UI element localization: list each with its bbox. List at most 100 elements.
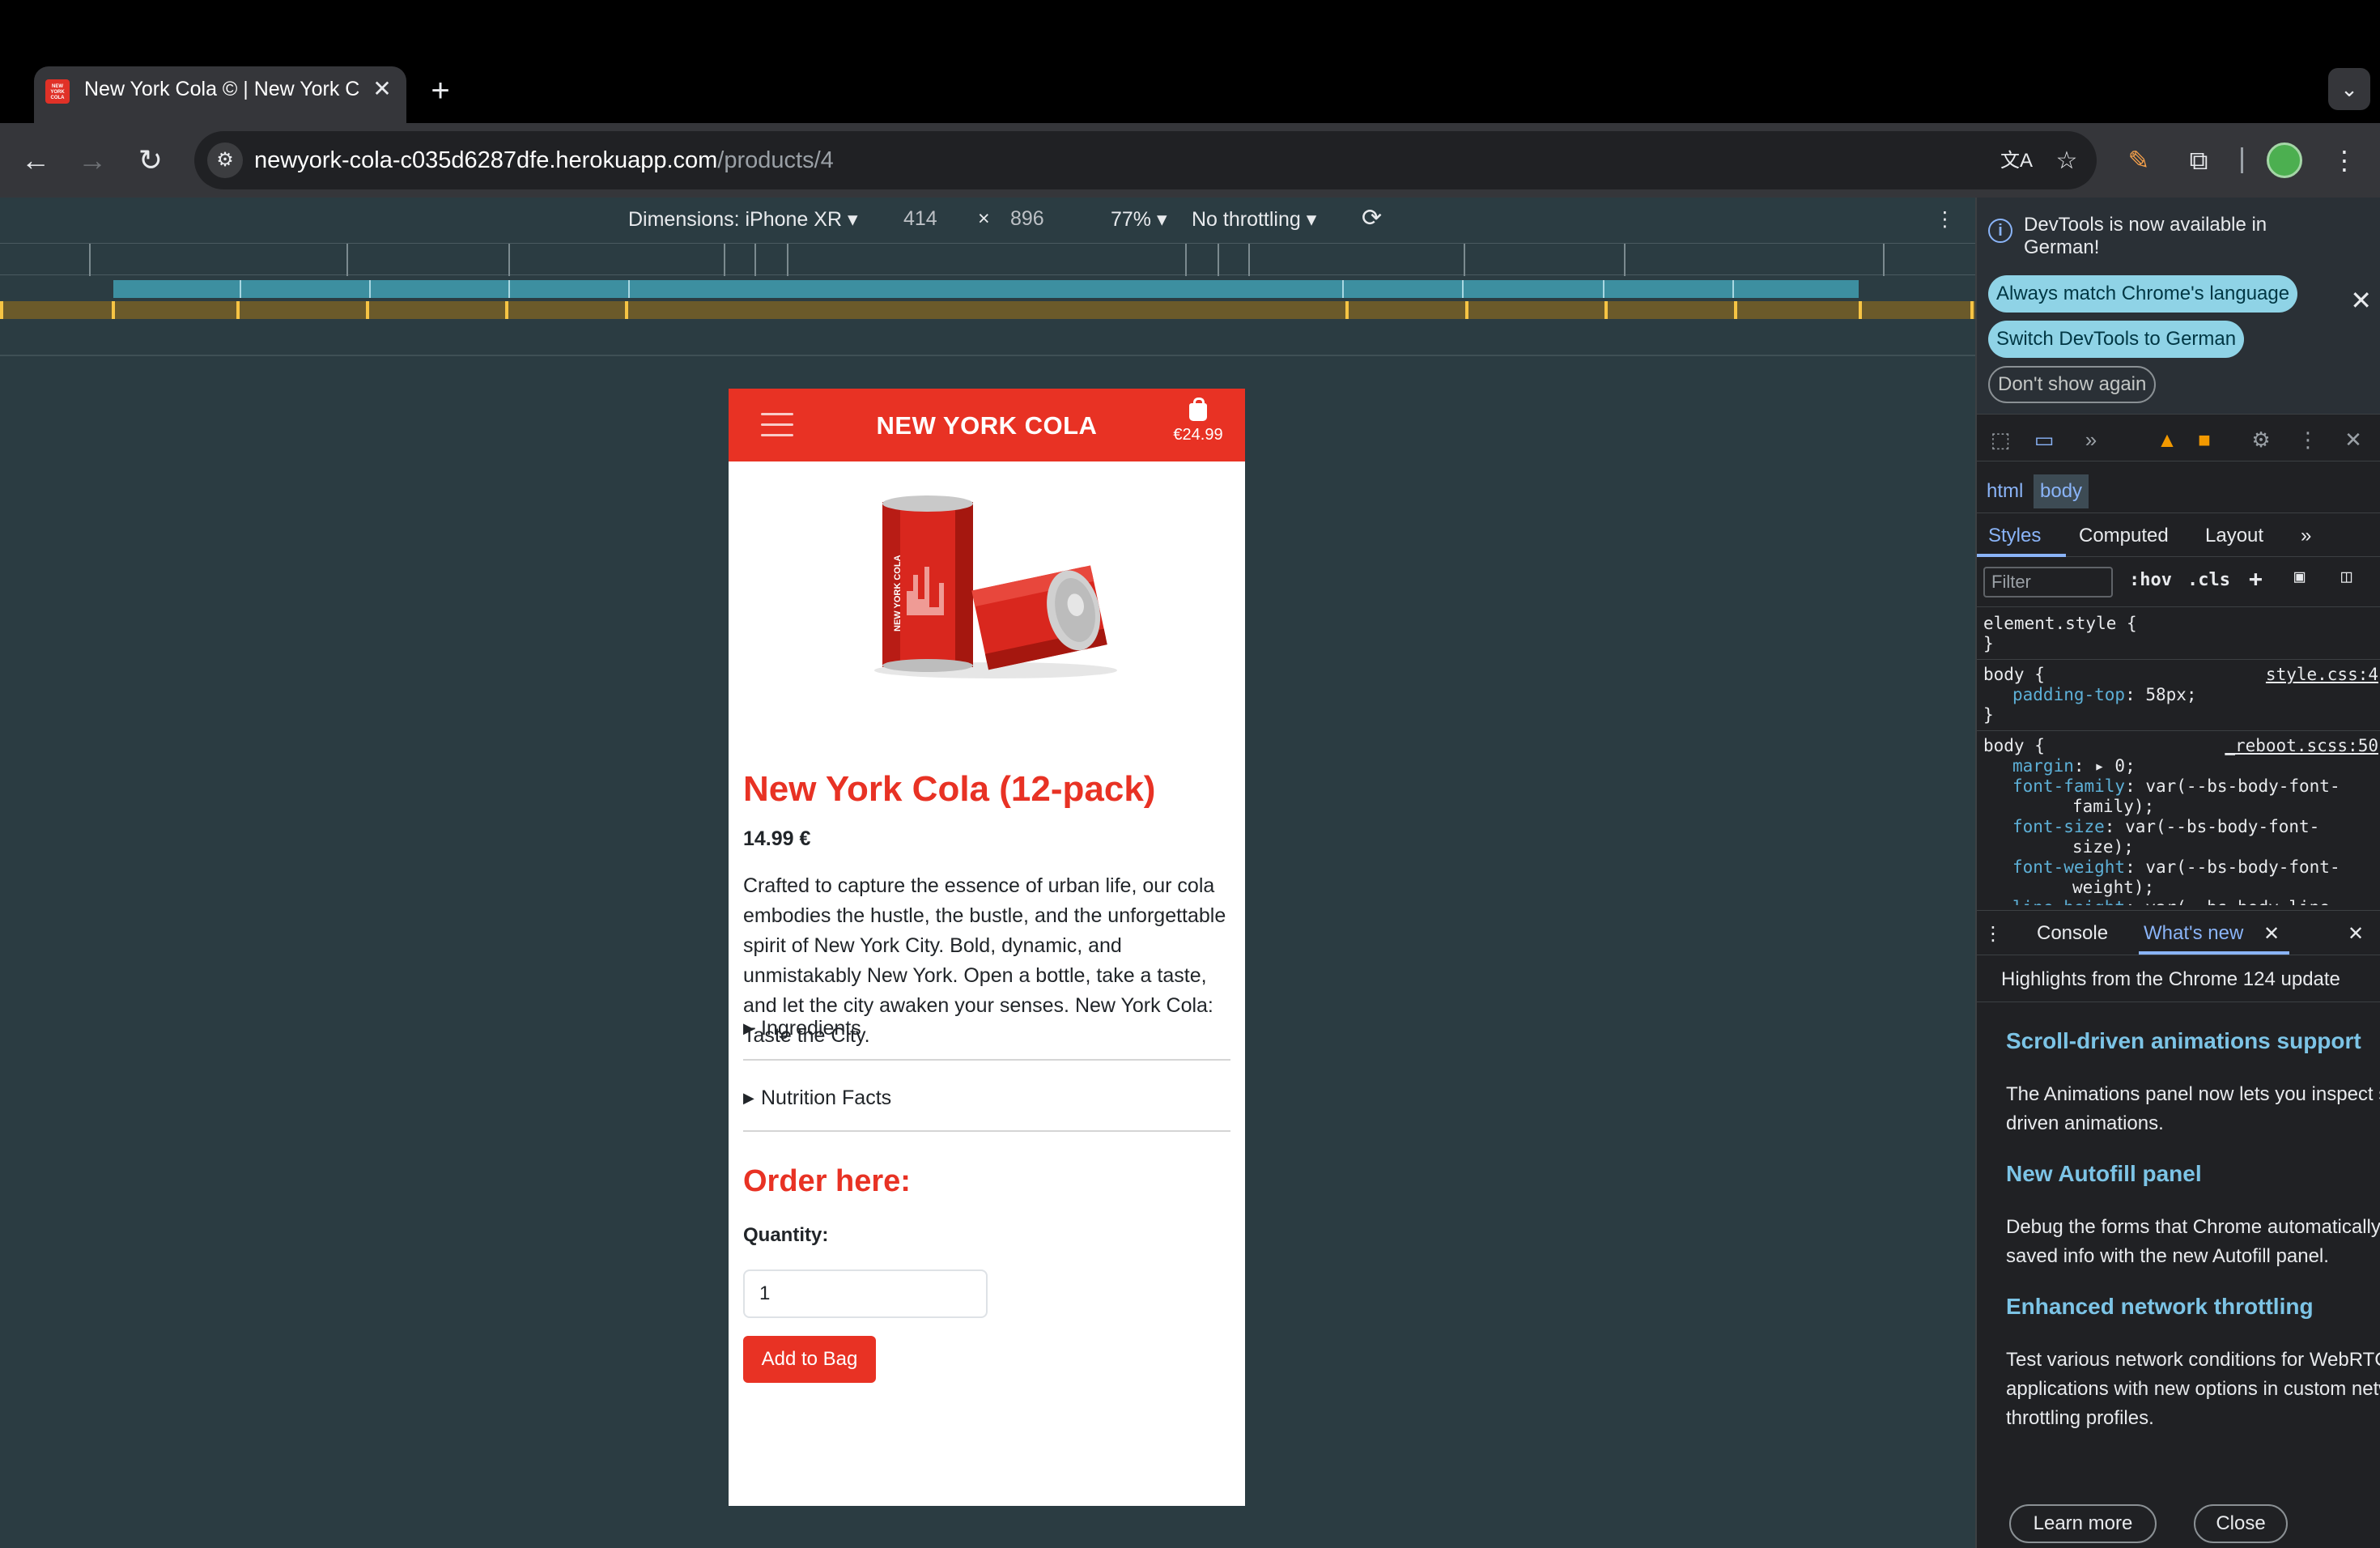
css-property: font-family	[2012, 776, 2126, 796]
device-width-input[interactable]: 414	[903, 207, 937, 231]
css-property: font-weight	[2012, 857, 2126, 877]
emulated-page: NEW YORK COLA €24.99 NEW YORK COLA New Y…	[729, 389, 1245, 1506]
tab-layout[interactable]: Layout	[2205, 525, 2263, 547]
css-value: : var(--bs-body-line-	[2125, 898, 2340, 905]
infobar-message: DevTools is now available in German!	[2024, 214, 2267, 258]
add-to-bag-button[interactable]: Add to Bag	[743, 1336, 876, 1383]
device-toggle-icon[interactable]: ▭	[2030, 426, 2058, 453]
warning-icon[interactable]: ▲	[2153, 426, 2181, 453]
rule-source-link[interactable]: _reboot.scss:50	[2225, 736, 2378, 756]
drawer-tabs: ⋮ Console What's new ✕ ✕	[1977, 910, 2380, 955]
device-height-input[interactable]: 896	[1010, 207, 1044, 231]
quantity-label: Quantity:	[743, 1224, 829, 1246]
css-value-continued: weight);	[2072, 878, 2155, 897]
drawer-tab-console[interactable]: Console	[2037, 922, 2108, 945]
info-icon: i	[1988, 219, 2012, 243]
css-value: : 58px;	[2125, 685, 2197, 704]
more-tabs-icon[interactable]: »	[2301, 525, 2311, 547]
browser-tab[interactable]: NEW YORK COLA New York Cola © | New York…	[34, 66, 406, 123]
whatsnew-tab-close-icon[interactable]: ✕	[2263, 922, 2280, 946]
css-property: line-height	[2012, 898, 2125, 905]
divider	[743, 1130, 1230, 1132]
drawer-menu-icon[interactable]: ⋮	[1983, 922, 2003, 946]
tab-styles[interactable]: Styles	[1988, 525, 2041, 547]
quantity-input[interactable]: 1	[743, 1269, 988, 1318]
feature-text: throttling profiles.	[2006, 1407, 2154, 1429]
address-bar[interactable]: ⚙ newyork-cola-c035d6287dfe.herokuapp.co…	[194, 131, 2097, 189]
new-tab-icon[interactable]: +	[423, 73, 458, 108]
rule-close: }	[1983, 705, 1994, 725]
device-dimensions-select[interactable]: Dimensions: iPhone XR ▾	[628, 207, 858, 232]
shopping-bag-button[interactable]: €24.99	[1166, 398, 1230, 444]
tab-computed[interactable]: Computed	[2079, 525, 2169, 547]
url-host: newyork-cola-c035d6287dfe.herokuapp.com	[254, 147, 718, 173]
profile-avatar[interactable]	[2267, 142, 2302, 178]
product-price: 14.99 €	[743, 827, 811, 850]
whatsnew-content: Scroll-driven animations support The Ani…	[1977, 1002, 2380, 1548]
style-rule-element[interactable]: element.style { }	[1977, 609, 2380, 660]
class-toggle-button[interactable]: .cls	[2187, 570, 2230, 590]
reload-icon[interactable]: ↻	[128, 138, 173, 183]
more-panels-icon[interactable]: »	[2077, 426, 2105, 453]
bookmark-star-icon[interactable]: ☆	[2050, 144, 2084, 178]
media-query-bar-max-width[interactable]	[113, 280, 1859, 298]
tab-close-icon[interactable]: ✕	[369, 76, 395, 102]
css-property: font-size	[2012, 817, 2105, 836]
feature-text: Debug the forms that Chrome automaticall…	[2006, 1216, 2380, 1238]
media-query-bar-min-width[interactable]	[0, 301, 1975, 319]
learn-more-button[interactable]: Learn more	[2009, 1504, 2157, 1543]
rotate-icon[interactable]: ⟳	[1362, 204, 1382, 232]
edit-pen-icon[interactable]: ✎	[2118, 139, 2160, 181]
devtools-menu-icon[interactable]: ⋮	[2294, 426, 2322, 453]
css-value-continued: size);	[2072, 837, 2134, 857]
url-text[interactable]: newyork-cola-c035d6287dfe.herokuapp.com/…	[254, 147, 834, 174]
device-toolbar-menu-icon[interactable]: ⋮	[1935, 207, 1955, 232]
elements-subtabs: Styles Computed Layout »	[1977, 513, 2380, 557]
infobar-close-icon[interactable]: ✕	[2350, 285, 2372, 316]
product-title: New York Cola (12-pack)	[743, 769, 1156, 809]
paint-icon[interactable]: ▣	[2294, 567, 2305, 587]
chrome-menu-icon[interactable]: ⋮	[2323, 139, 2365, 181]
ruler-divider	[0, 355, 1975, 356]
switch-to-german-button[interactable]: Switch DevTools to German	[1988, 321, 2245, 358]
feature-heading: Enhanced network throttling	[2006, 1294, 2314, 1319]
devtools-close-icon[interactable]: ✕	[2340, 426, 2367, 453]
sidebar-toggle-icon[interactable]: ◫	[2341, 567, 2352, 587]
nutrition-toggle[interactable]: ▶ Nutrition Facts	[743, 1087, 1230, 1110]
whatsnew-close-button[interactable]: Close	[2194, 1504, 2288, 1543]
back-icon[interactable]: ←	[13, 138, 58, 183]
hover-state-button[interactable]: :hov	[2129, 570, 2172, 590]
forward-icon[interactable]: →	[70, 138, 115, 183]
tab-search-chevron-icon[interactable]: ⌄	[2328, 68, 2370, 110]
zoom-select[interactable]: 77% ▾	[1111, 207, 1167, 232]
shopping-bag-icon	[1189, 398, 1207, 421]
new-rule-icon[interactable]: +	[2249, 565, 2263, 592]
styles-filter-input[interactable]: Filter	[1983, 567, 2113, 598]
rule-source-link[interactable]: style.css:4	[2266, 665, 2378, 685]
whatsnew-header: Highlights from the Chrome 124 update	[1977, 955, 2380, 1002]
rule-selector: element.style {	[1983, 614, 2137, 633]
css-value: : var(--bs-body-font-	[2125, 857, 2340, 877]
style-rule-body[interactable]: body { style.css:4 padding-top: 58px; }	[1977, 660, 2380, 731]
site-navbar: NEW YORK COLA €24.99	[729, 389, 1245, 461]
always-match-language-button[interactable]: Always match Chrome's language	[1988, 275, 2298, 313]
breadcrumb-html[interactable]: html	[1980, 474, 2029, 508]
dom-breadcrumb: html body	[1977, 468, 2380, 513]
feature-heading: Scroll-driven animations support	[2006, 1028, 2361, 1053]
site-info-icon[interactable]: ⚙	[207, 142, 243, 178]
dont-show-again-button[interactable]: Don't show again	[1988, 366, 2157, 403]
throttling-select[interactable]: No throttling ▾	[1192, 207, 1316, 232]
inspect-element-icon[interactable]: ⬚	[1987, 426, 2014, 453]
style-rule-reboot[interactable]: body { _reboot.scss:50 margin: ▸ 0; font…	[1977, 731, 2380, 905]
ingredients-toggle[interactable]: ▶ Ingredients	[743, 1017, 1230, 1040]
extensions-icon[interactable]: ⧉	[2178, 139, 2220, 181]
browser-toolbar: ← → ↻ ⚙ newyork-cola-c035d6287dfe.heroku…	[0, 123, 2380, 198]
breadcrumb-body[interactable]: body	[2034, 474, 2089, 508]
feature-text: Test various network conditions for WebR…	[2006, 1349, 2380, 1371]
translate-icon[interactable]: 文A	[2000, 144, 2034, 178]
drawer-tab-whatsnew[interactable]: What's new	[2144, 922, 2243, 945]
drawer-close-icon[interactable]: ✕	[2348, 922, 2364, 946]
device-toolbar: Dimensions: iPhone XR ▾ 414 × 896 77% ▾ …	[0, 198, 1975, 243]
settings-gear-icon[interactable]: ⚙	[2247, 426, 2275, 453]
issues-icon[interactable]: ■	[2191, 426, 2218, 453]
